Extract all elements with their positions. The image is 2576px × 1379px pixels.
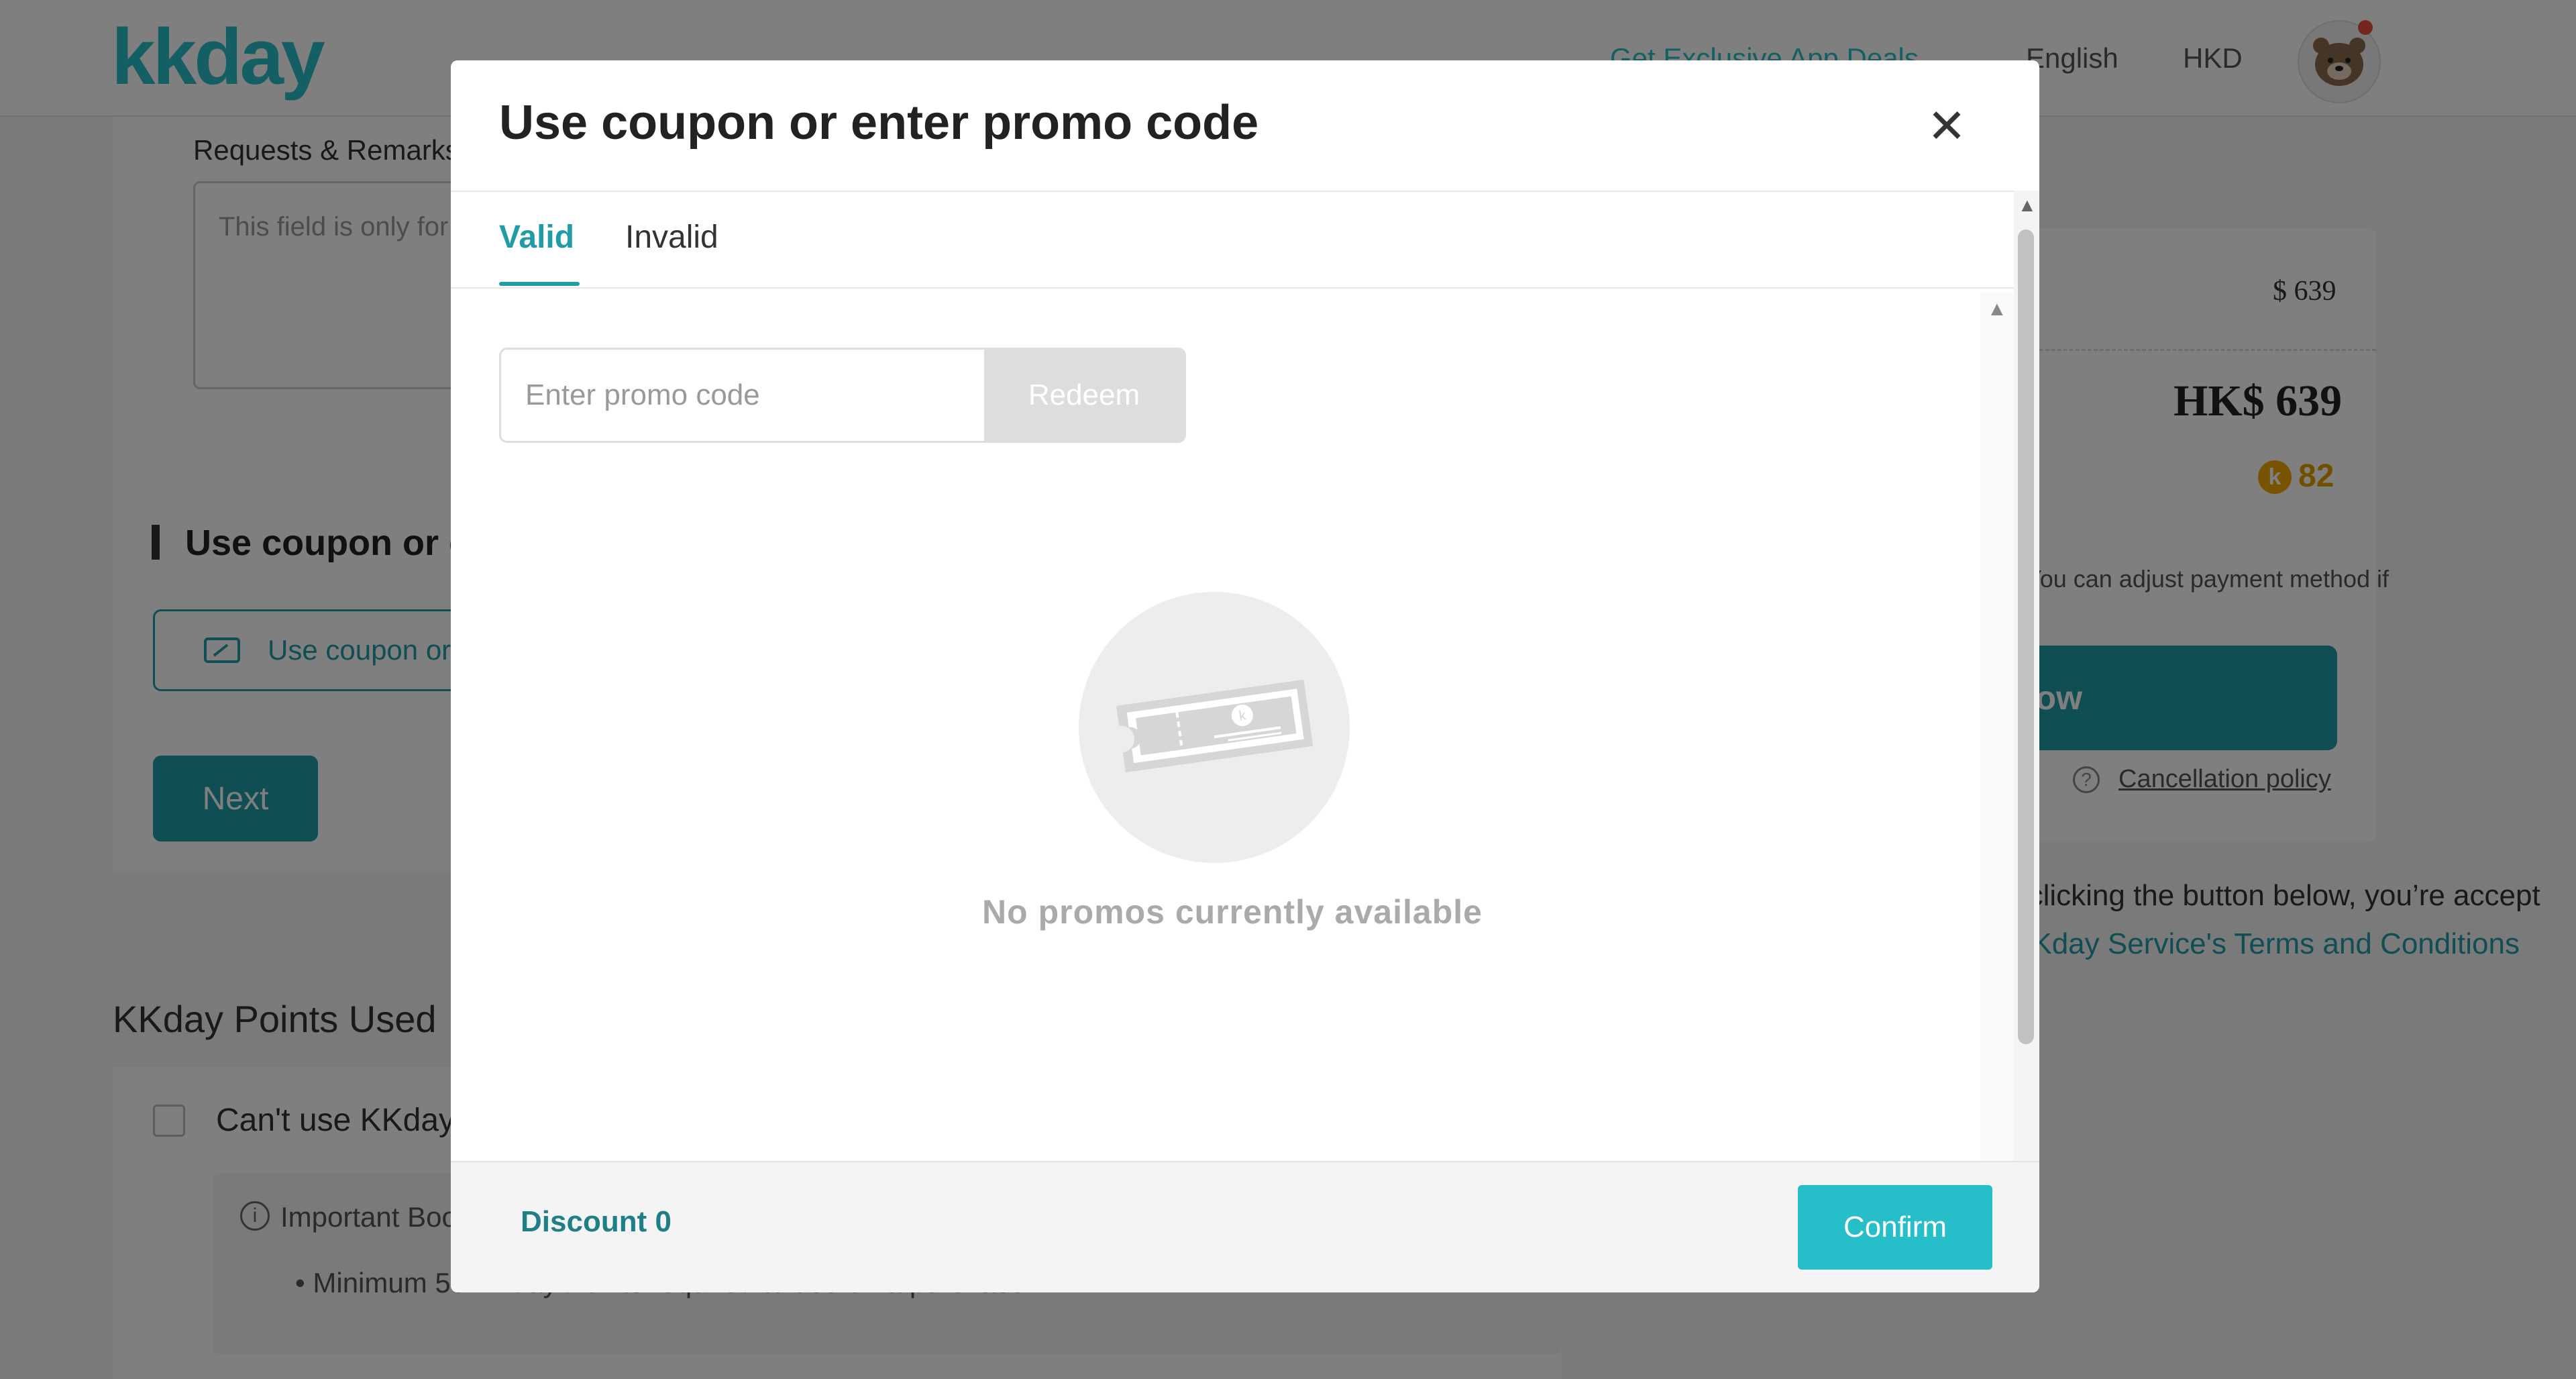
tab-valid[interactable]: Valid <box>499 219 574 256</box>
inner-scrollbar[interactable] <box>1980 293 2014 1221</box>
empty-state-text: No promos currently available <box>982 893 1483 931</box>
redeem-button[interactable]: Redeem <box>984 350 1184 441</box>
outer-scrollbar-thumb[interactable] <box>2018 229 2034 1044</box>
outer-scroll-up-arrow-icon[interactable]: ▲ <box>2018 195 2037 216</box>
scroll-up-arrow-icon[interactable]: ▲ <box>1987 298 2007 321</box>
close-icon: ✕ <box>1927 100 1967 152</box>
tab-invalid[interactable]: Invalid <box>625 219 718 256</box>
coupon-modal: Use coupon or enter promo code ✕ Valid I… <box>451 60 2039 1292</box>
header-divider <box>451 191 2039 192</box>
discount-label: Discount 0 <box>521 1205 672 1238</box>
promo-code-input[interactable] <box>501 350 984 441</box>
close-button[interactable]: ✕ <box>1920 99 1974 153</box>
ticket-icon: k <box>1116 679 1313 773</box>
tabs-divider <box>451 287 2014 289</box>
promo-code-group: Redeem <box>499 348 1186 443</box>
active-tab-indicator <box>499 282 580 286</box>
modal-title: Use coupon or enter promo code <box>499 96 1259 150</box>
confirm-button[interactable]: Confirm <box>1798 1185 1992 1270</box>
empty-state-illustration: k <box>1079 592 1350 863</box>
